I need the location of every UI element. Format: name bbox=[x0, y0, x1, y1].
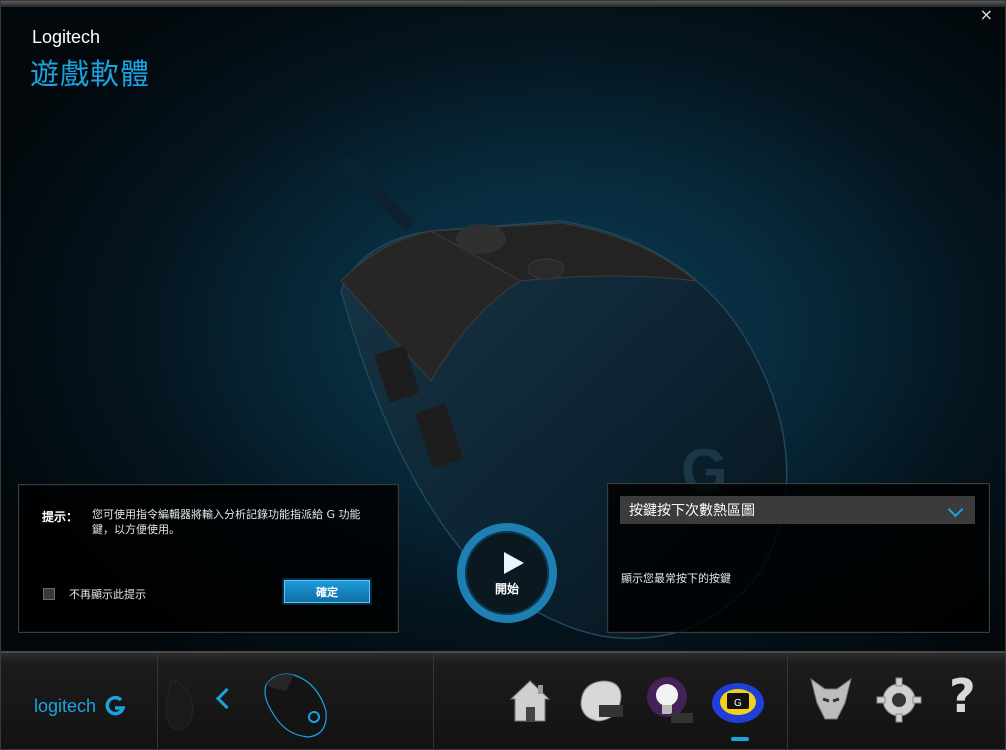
start-button[interactable]: 開始 bbox=[457, 523, 557, 623]
tip-panel: 提示： 您可使用指令編輯器將輸入分析記錄功能指派給 G 功能鍵，以方便使用。 不… bbox=[18, 484, 399, 633]
lighting-icon[interactable] bbox=[643, 675, 695, 727]
back-arrow-icon[interactable] bbox=[215, 687, 238, 710]
heatmap-type-selected: 按鍵按下次數熱區圖 bbox=[629, 503, 755, 519]
active-tab-indicator bbox=[731, 737, 749, 741]
heatmap-panel: 按鍵按下次數熱區圖 顯示您最常按下的按鍵 bbox=[607, 483, 990, 633]
bottom-toolbar: logitech G ? bbox=[1, 651, 1005, 749]
selected-device-mouse-icon[interactable] bbox=[256, 665, 336, 741]
chevron-down-icon bbox=[947, 501, 964, 518]
start-label: 開始 bbox=[494, 582, 519, 596]
dont-show-label: 不再顯示此提示 bbox=[69, 588, 146, 601]
product-title: 遊戲軟體 bbox=[30, 57, 151, 91]
divider bbox=[787, 653, 788, 749]
arx-icon[interactable] bbox=[807, 675, 855, 725]
logitech-g-icon bbox=[105, 695, 126, 716]
previous-device-ghost-icon bbox=[165, 679, 194, 731]
dont-show-again-option[interactable]: 不再顯示此提示 bbox=[43, 586, 146, 602]
divider bbox=[433, 653, 434, 749]
help-icon[interactable]: ? bbox=[949, 669, 976, 723]
logo-text: logitech bbox=[34, 695, 97, 716]
brand-title: Logitech bbox=[32, 27, 101, 47]
heatmap-description: 顯示您最常按下的按鍵 bbox=[621, 572, 731, 585]
app-window: × Logitech 遊戲軟體 G 提示： 您可使用指令編輯器將輸入分析記錄功能… bbox=[0, 0, 1006, 750]
dont-show-checkbox[interactable] bbox=[43, 588, 55, 600]
play-icon bbox=[504, 552, 524, 574]
home-icon[interactable] bbox=[505, 675, 555, 725]
svg-text:G: G bbox=[734, 698, 742, 709]
mouse-settings-icon[interactable] bbox=[573, 675, 628, 725]
title-bar bbox=[1, 1, 1005, 7]
heatmap-type-dropdown[interactable]: 按鍵按下次數熱區圖 bbox=[620, 496, 975, 524]
divider bbox=[157, 653, 158, 749]
ok-button[interactable]: 確定 bbox=[284, 580, 370, 603]
close-button[interactable]: × bbox=[980, 7, 993, 23]
heatmap-icon[interactable]: G bbox=[709, 675, 767, 727]
tip-label: 提示： bbox=[42, 510, 79, 524]
logitech-logo: logitech bbox=[34, 695, 126, 717]
tip-text: 您可使用指令編輯器將輸入分析記錄功能指派給 G 功能鍵，以方便使用。 bbox=[92, 508, 361, 536]
settings-gear-icon[interactable] bbox=[875, 675, 923, 725]
